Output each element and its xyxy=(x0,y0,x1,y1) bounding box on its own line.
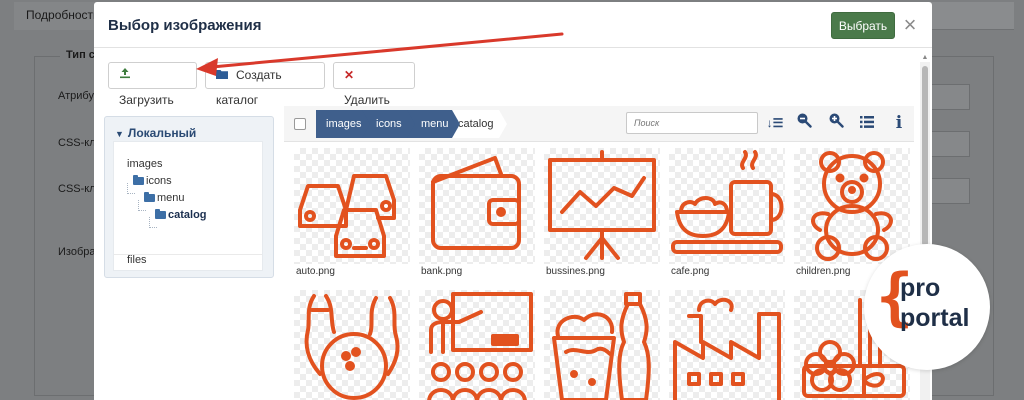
zoom-out-icon[interactable] xyxy=(793,112,815,134)
file-thumbnail xyxy=(544,290,660,400)
tree-item-label: menu xyxy=(157,192,185,204)
presentation-chart-icon xyxy=(548,150,656,260)
file-tile[interactable]: cafe.png xyxy=(669,148,785,277)
browser-toolbar: images icons menu catalog ↓☰ i xyxy=(284,106,914,142)
bowling-icon xyxy=(304,294,400,400)
file-name: cafe.png xyxy=(671,266,710,277)
tree-header-label: Локальный xyxy=(127,126,197,140)
sort-icon[interactable]: ↓☰ xyxy=(764,112,786,134)
file-thumbnail xyxy=(419,148,535,264)
file-name: bussines.png xyxy=(546,266,605,277)
close-icon[interactable]: × xyxy=(900,14,920,36)
wallet-icon xyxy=(431,156,521,250)
file-thumbnail xyxy=(544,148,660,264)
folder-icon xyxy=(144,192,155,202)
search-input[interactable] xyxy=(626,112,758,134)
tree-item-label: files xyxy=(127,254,147,266)
file-thumbnail xyxy=(419,290,535,400)
factory-icon xyxy=(673,297,781,400)
upload-icon xyxy=(119,63,131,88)
field-label: Атрибут xyxy=(58,90,99,102)
fast-food-icon xyxy=(552,292,651,400)
cars-icon xyxy=(298,174,396,258)
folder-icon xyxy=(155,209,166,219)
file-tile[interactable] xyxy=(294,290,410,400)
tree-item-icons[interactable]: icons xyxy=(133,175,172,187)
folder-icon xyxy=(216,63,228,88)
dialog-header: Выбор изображения Выбрать × xyxy=(94,2,932,48)
folder-icon xyxy=(133,175,144,185)
background-input[interactable] xyxy=(930,178,970,204)
tree-item-menu[interactable]: menu xyxy=(144,192,185,204)
upload-button[interactable]: Загрузить xyxy=(108,62,197,107)
classroom-icon xyxy=(427,292,533,400)
list-view-icon[interactable] xyxy=(856,112,878,134)
file-tile[interactable] xyxy=(669,290,785,400)
info-icon[interactable]: i xyxy=(888,112,910,134)
field-label: Изобра xyxy=(58,246,96,258)
file-thumbnail xyxy=(294,290,410,400)
select-button[interactable]: Выбрать xyxy=(831,12,895,39)
background-input[interactable] xyxy=(930,131,970,157)
file-thumbnail xyxy=(294,148,410,264)
triangle-down-icon: ▼ xyxy=(115,129,124,139)
file-thumbnail xyxy=(669,148,785,264)
file-tile[interactable]: bank.png xyxy=(419,148,535,277)
create-folder-button[interactable]: Создать каталог xyxy=(205,62,325,107)
select-all-checkbox[interactable] xyxy=(294,118,306,130)
tree-item-label: catalog xyxy=(168,209,207,221)
tree-item-label: icons xyxy=(146,175,172,187)
scroll-up-icon[interactable]: ▲ xyxy=(920,54,930,62)
coffee-cup-icon xyxy=(671,150,784,254)
scrollbar-thumb[interactable] xyxy=(922,66,928,246)
zoom-in-icon[interactable] xyxy=(825,112,847,134)
breadcrumb-images[interactable]: images xyxy=(316,110,370,138)
proportal-logo: { pro portal xyxy=(864,244,990,370)
folder-tree: images icons menu catalog files xyxy=(113,141,263,271)
file-name: auto.png xyxy=(296,266,335,277)
dialog-title: Выбор изображения xyxy=(108,17,262,34)
file-tile[interactable]: auto.png xyxy=(294,148,410,277)
logo-text-line1: pro xyxy=(900,274,941,302)
file-thumbnail xyxy=(669,290,785,400)
logo-text-line2: portal xyxy=(900,304,970,332)
image-picker-dialog: Выбор изображения Выбрать × Загрузить Со… xyxy=(94,2,932,400)
tree-item-images[interactable]: images xyxy=(127,158,162,170)
file-name: bank.png xyxy=(421,266,463,277)
teddy-bear-icon xyxy=(811,151,893,261)
file-tile[interactable]: bussines.png xyxy=(544,148,660,277)
tree-header[interactable]: ▼ Локальный xyxy=(115,126,196,140)
file-tile[interactable] xyxy=(544,290,660,400)
file-tile[interactable] xyxy=(419,290,535,400)
delete-button[interactable]: ✕Удалить xyxy=(333,62,415,107)
background-input[interactable] xyxy=(930,84,970,110)
tree-item-files[interactable]: files xyxy=(127,254,147,266)
tree-item-catalog[interactable]: catalog xyxy=(155,209,207,221)
tree-item-label: images xyxy=(127,158,163,170)
delete-icon: ✕ xyxy=(344,68,355,83)
folder-tree-panel: ▼ Локальный images icons menu catalog fil… xyxy=(104,116,274,278)
file-thumbnail xyxy=(794,148,910,264)
upload-label: Загрузить xyxy=(119,93,174,108)
